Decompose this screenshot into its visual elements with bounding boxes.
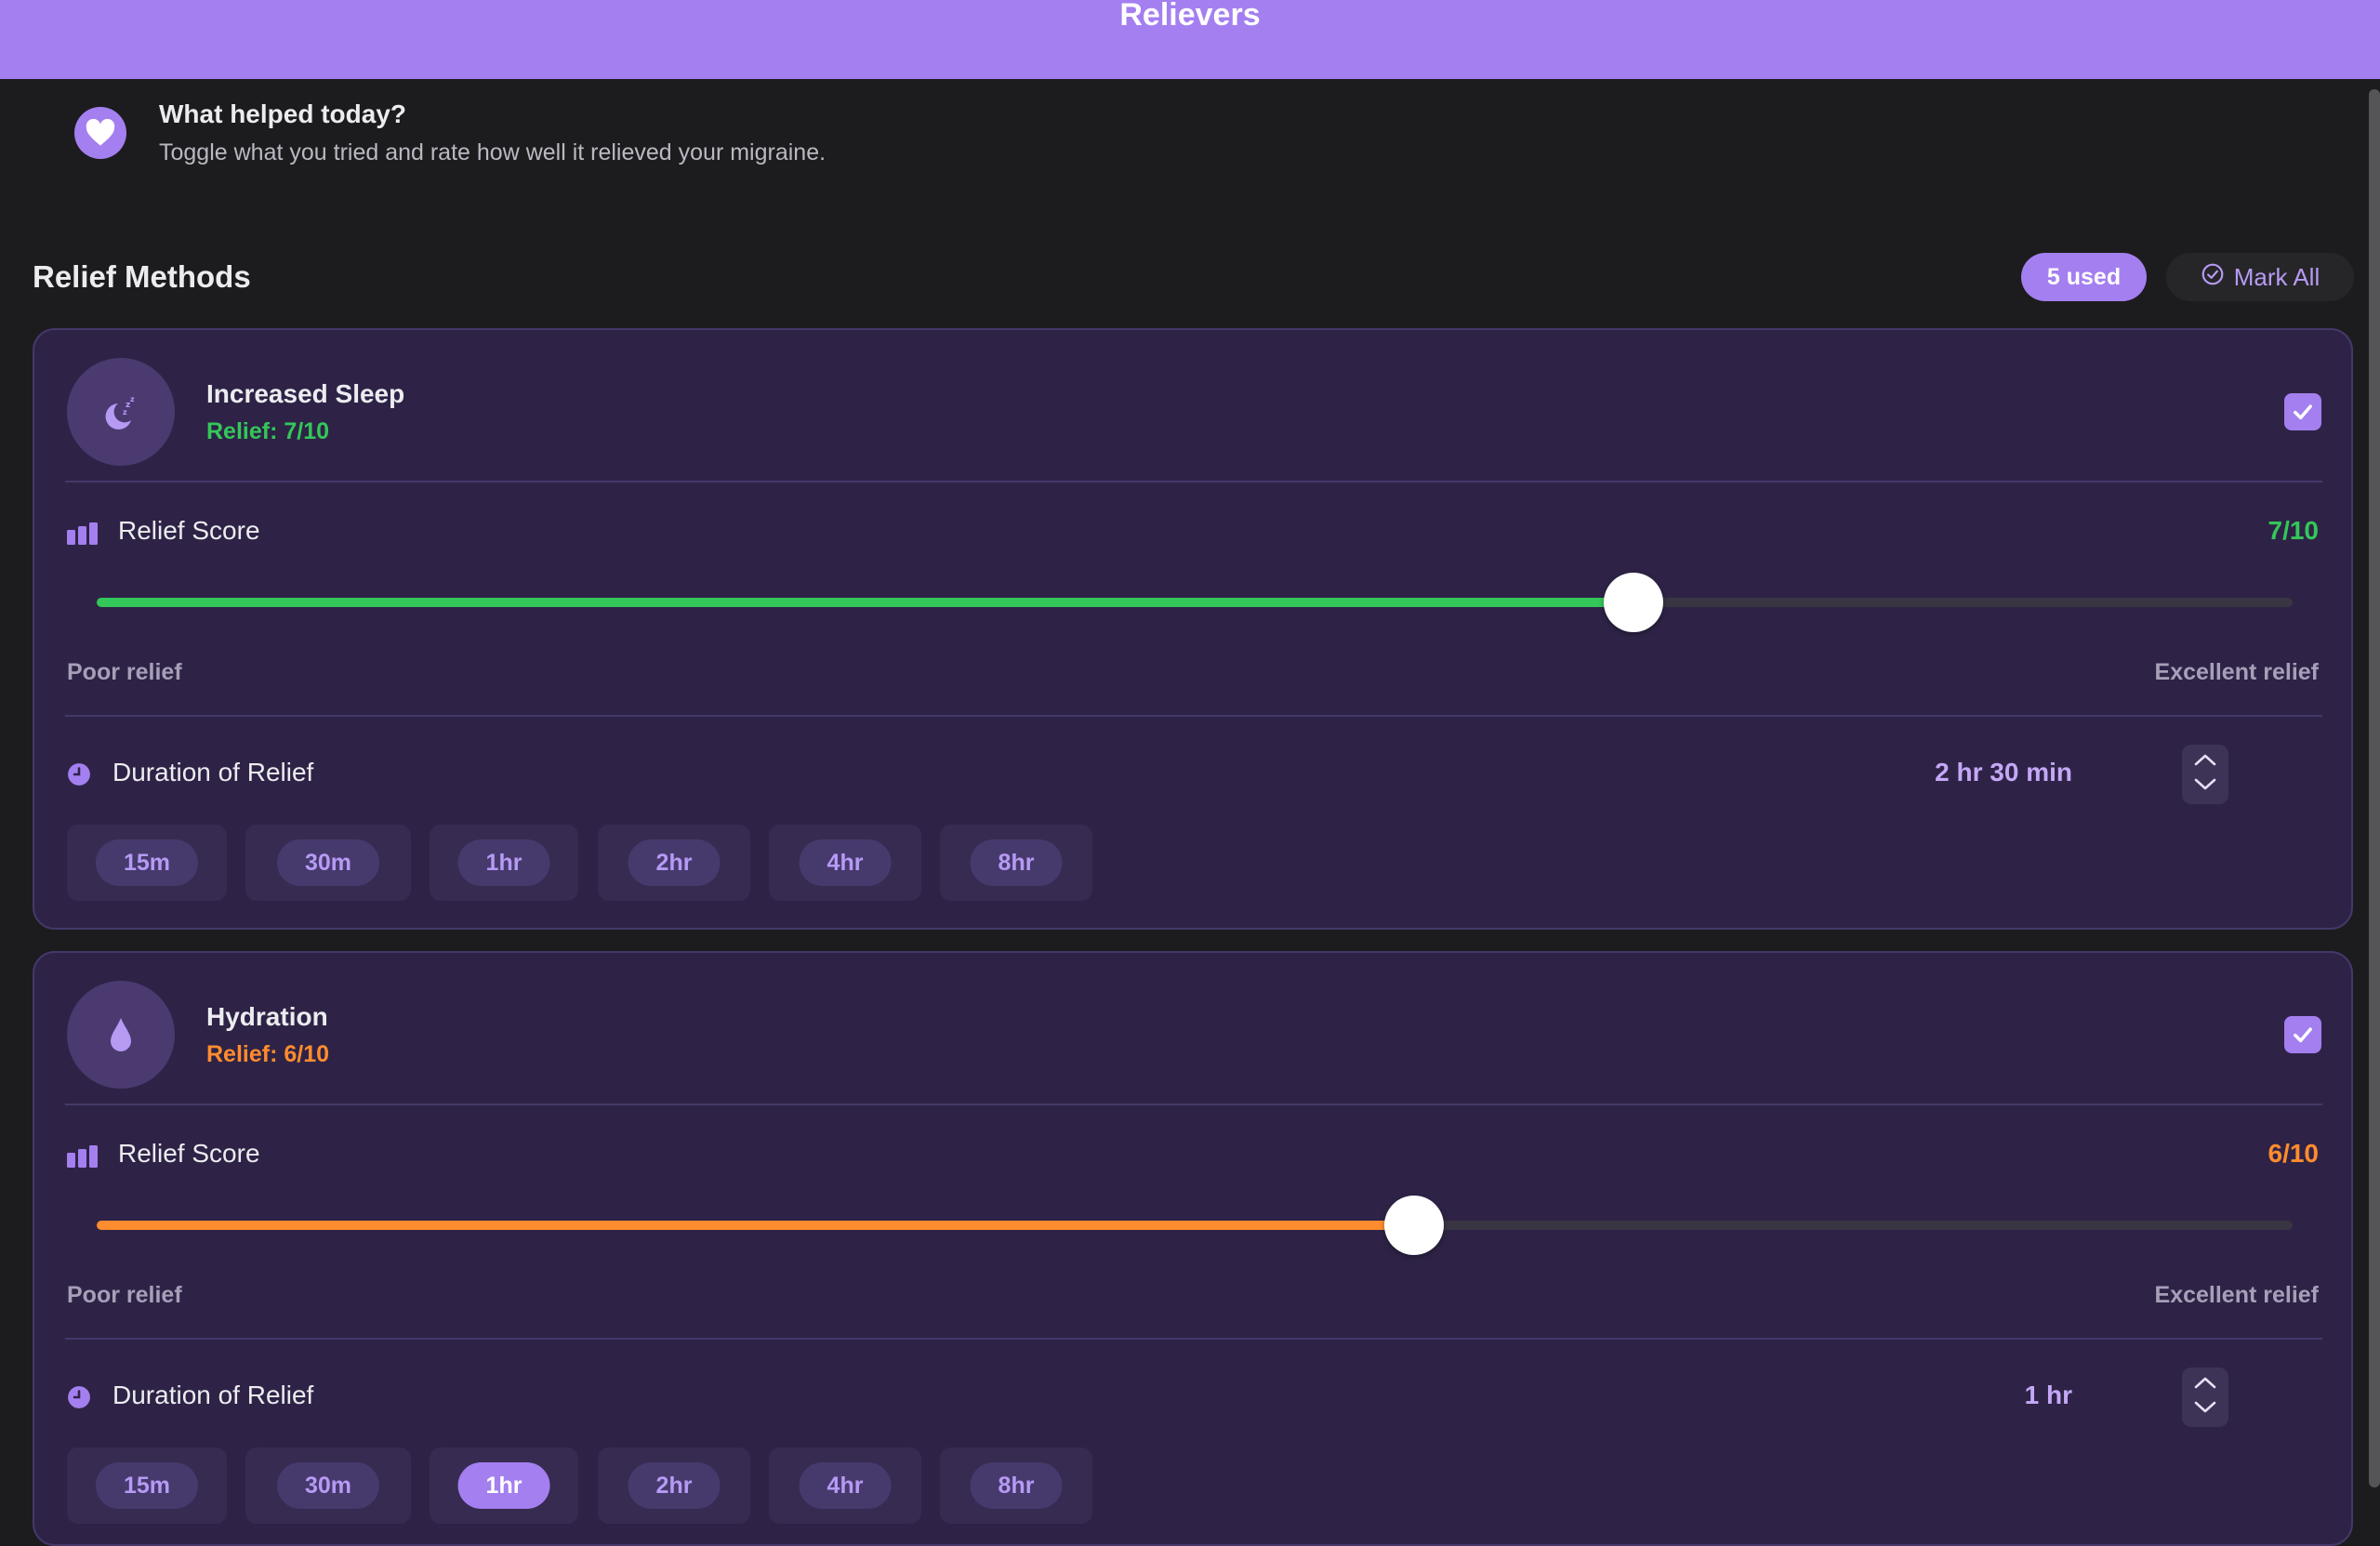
relief-score-slider[interactable] — [97, 1196, 2293, 1255]
scrollbar[interactable] — [2369, 89, 2380, 1487]
method-name: Hydration — [206, 1002, 328, 1031]
relief-method-card-hydration: Hydration Relief: 6/10 Relief Score 6/10… — [33, 951, 2353, 1546]
duration-chip[interactable]: 15m — [67, 1447, 227, 1524]
duration-label: Duration of Relief — [112, 758, 314, 786]
duration-label: Duration of Relief — [112, 1381, 314, 1409]
intro-title: What helped today? — [159, 99, 406, 128]
duration-chip-label: 1hr — [457, 839, 550, 886]
mark-all-button[interactable]: Mark All — [2166, 253, 2354, 301]
poor-relief-label: Poor relief — [67, 1282, 182, 1308]
divider — [65, 715, 2322, 717]
mark-all-label: Mark All — [2233, 262, 2320, 291]
page-title: Relievers — [1119, 0, 1261, 33]
slider-thumb[interactable] — [1384, 1196, 1445, 1255]
relief-score-value: 6/10 — [2268, 1139, 2320, 1168]
slider-fill — [97, 598, 1634, 607]
clock-icon — [67, 762, 91, 791]
duration-chip-label: 30m — [276, 1462, 380, 1509]
duration-chip-label: 15m — [95, 1462, 199, 1509]
duration-chip[interactable]: 30m — [245, 825, 411, 901]
duration-value: 1 hr — [2024, 1381, 2072, 1409]
duration-stepper[interactable] — [2182, 745, 2228, 804]
nav-bar: Relievers — [0, 0, 2380, 79]
relief-method-card-increased-sleep: z z z Increased Sleep Relief: 7/10 Relie… — [33, 328, 2353, 930]
duration-chip-label: 8hr — [970, 1462, 1063, 1509]
relief-score-label: Relief Score — [118, 1139, 260, 1168]
method-name: Increased Sleep — [206, 379, 405, 408]
chevron-up-icon[interactable] — [2191, 1374, 2219, 1395]
divider — [65, 1338, 2322, 1340]
divider — [65, 1103, 2322, 1105]
section-title: Relief Methods — [33, 259, 251, 294]
intro-subtitle: Toggle what you tried and rate how well … — [159, 139, 826, 165]
slider-thumb[interactable] — [1604, 573, 1664, 632]
chevron-down-icon[interactable] — [2191, 776, 2219, 798]
bar-chart-icon — [67, 1145, 99, 1172]
used-count-badge: 5 used — [2021, 253, 2147, 301]
slider-fill — [97, 1221, 1415, 1230]
duration-chip[interactable]: 15m — [67, 825, 227, 901]
duration-chip-label: 2hr — [628, 839, 721, 886]
duration-chip[interactable]: 8hr — [940, 1447, 1092, 1524]
relief-score-value: 7/10 — [2268, 516, 2320, 545]
duration-chip-label: 1hr — [457, 1462, 550, 1509]
relief-score-slider[interactable] — [97, 573, 2293, 632]
excellent-relief-label: Excellent relief — [2154, 1282, 2319, 1308]
duration-chip[interactable]: 30m — [245, 1447, 411, 1524]
water-drop-icon — [67, 981, 175, 1089]
duration-value: 2 hr 30 min — [1935, 758, 2072, 786]
divider — [65, 481, 2322, 482]
duration-chip-label: 30m — [276, 839, 380, 886]
excellent-relief-label: Excellent relief — [2154, 659, 2319, 685]
duration-chip-label: 4hr — [799, 1462, 892, 1509]
duration-chip-label: 8hr — [970, 839, 1063, 886]
bar-chart-icon — [67, 522, 99, 549]
duration-chip[interactable]: 4hr — [769, 825, 921, 901]
duration-chip[interactable]: 2hr — [598, 1447, 750, 1524]
svg-text:z: z — [130, 395, 135, 403]
method-relief-summary: Relief: 7/10 — [206, 418, 330, 444]
method-checkbox[interactable] — [2284, 1016, 2321, 1053]
method-checkbox[interactable] — [2284, 393, 2321, 430]
checkmark-circle-icon — [2201, 262, 2225, 293]
duration-stepper[interactable] — [2182, 1368, 2228, 1427]
duration-chip-label: 4hr — [799, 839, 892, 886]
moon-sleep-icon: z z z — [67, 358, 175, 466]
duration-chip[interactable]: 8hr — [940, 825, 1092, 901]
duration-chip[interactable]: 1hr — [430, 1447, 578, 1524]
poor-relief-label: Poor relief — [67, 659, 182, 685]
duration-chip[interactable]: 2hr — [598, 825, 750, 901]
heart-icon — [74, 107, 126, 159]
svg-text:z: z — [123, 408, 127, 416]
duration-chip[interactable]: 4hr — [769, 1447, 921, 1524]
method-relief-summary: Relief: 6/10 — [206, 1041, 330, 1067]
duration-chip[interactable]: 1hr — [430, 825, 578, 901]
duration-chip-label: 2hr — [628, 1462, 721, 1509]
relief-score-label: Relief Score — [118, 516, 260, 545]
chevron-down-icon[interactable] — [2191, 1399, 2219, 1420]
clock-icon — [67, 1385, 91, 1414]
duration-chip-label: 15m — [95, 839, 199, 886]
chevron-up-icon[interactable] — [2191, 751, 2219, 773]
